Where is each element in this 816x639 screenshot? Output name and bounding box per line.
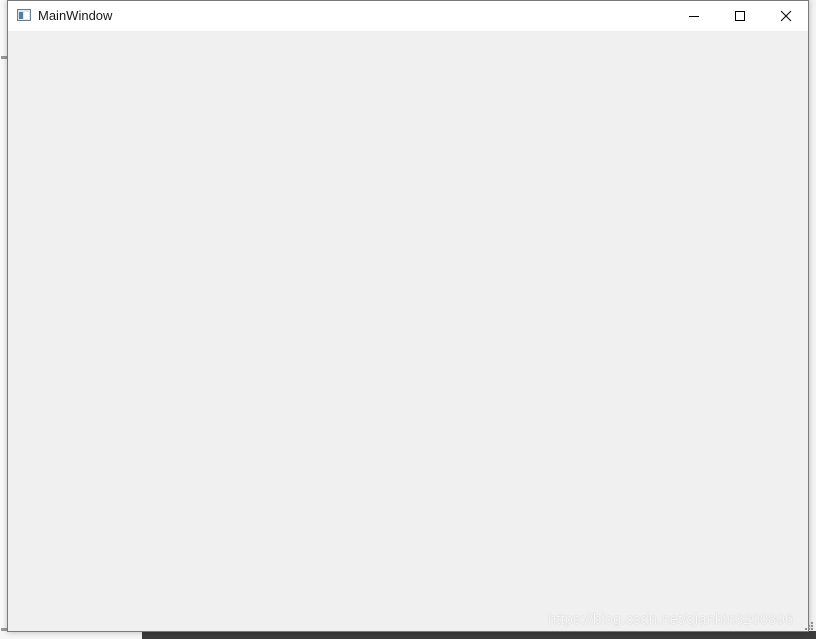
maximize-icon	[735, 11, 745, 21]
main-window: MainWindow	[7, 0, 813, 632]
minimize-icon	[689, 16, 699, 17]
watermark-text: https://blog.csdn.net/qianbin3200896	[548, 611, 794, 628]
minimize-button[interactable]	[671, 1, 717, 31]
close-button[interactable]	[763, 1, 809, 31]
title-bar[interactable]: MainWindow	[8, 1, 808, 31]
resize-grip-icon[interactable]	[804, 621, 814, 631]
client-area	[8, 31, 808, 631]
background-taskbar	[142, 631, 816, 639]
desktop: MainWindow https://blog.csdn.net/qianbin…	[0, 0, 816, 639]
close-icon	[780, 10, 792, 22]
maximize-button[interactable]	[717, 1, 763, 31]
app-window-icon[interactable]	[17, 9, 31, 21]
window-title: MainWindow	[38, 8, 113, 23]
